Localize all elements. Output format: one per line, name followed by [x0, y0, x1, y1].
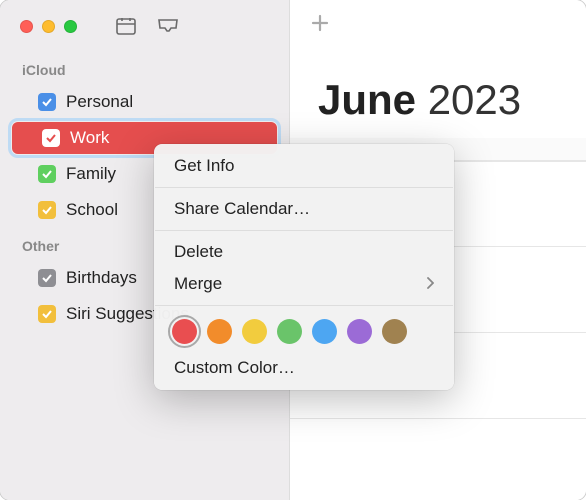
checkbox-icon[interactable]	[38, 305, 56, 323]
add-event-button[interactable]	[310, 13, 330, 39]
zoom-button[interactable]	[64, 20, 77, 33]
color-swatch-row	[154, 311, 454, 352]
color-swatch-green[interactable]	[277, 319, 302, 344]
calendar-window: iCloud Personal Work Family School Other…	[0, 0, 586, 500]
checkbox-icon[interactable]	[38, 165, 56, 183]
month-title: June 2023	[290, 52, 586, 138]
month-label: June	[318, 76, 416, 123]
color-swatch-yellow[interactable]	[242, 319, 267, 344]
main-toolbar	[290, 0, 586, 52]
context-menu: Get Info Share Calendar… Delete Merge Cu…	[154, 144, 454, 390]
color-swatch-red[interactable]	[172, 319, 197, 344]
calendar-label: School	[66, 200, 118, 220]
calendar-label: Personal	[66, 92, 133, 112]
color-swatch-blue[interactable]	[312, 319, 337, 344]
menu-get-info[interactable]: Get Info	[154, 150, 454, 182]
calendar-item-personal[interactable]: Personal	[8, 86, 281, 118]
menu-merge[interactable]: Merge	[154, 268, 454, 300]
menu-custom-color[interactable]: Custom Color…	[154, 352, 454, 384]
checkbox-icon[interactable]	[38, 201, 56, 219]
menu-separator	[155, 305, 453, 306]
color-swatch-brown[interactable]	[382, 319, 407, 344]
calendar-label: Work	[70, 128, 109, 148]
close-button[interactable]	[20, 20, 33, 33]
chevron-right-icon	[426, 274, 434, 294]
calendar-label: Birthdays	[66, 268, 137, 288]
menu-separator	[155, 187, 453, 188]
color-swatch-orange[interactable]	[207, 319, 232, 344]
checkbox-icon[interactable]	[38, 93, 56, 111]
checkbox-icon[interactable]	[38, 269, 56, 287]
titlebar	[0, 0, 289, 52]
year-label: 2023	[428, 76, 521, 123]
calendar-label: Family	[66, 164, 116, 184]
calendar-toggle-button[interactable]	[109, 13, 143, 39]
section-header-icloud: iCloud	[0, 52, 289, 84]
color-swatch-purple[interactable]	[347, 319, 372, 344]
window-controls	[20, 20, 77, 33]
menu-share-calendar[interactable]: Share Calendar…	[154, 193, 454, 225]
menu-separator	[155, 230, 453, 231]
inbox-button[interactable]	[151, 13, 185, 39]
minimize-button[interactable]	[42, 20, 55, 33]
checkbox-icon[interactable]	[42, 129, 60, 147]
menu-delete[interactable]: Delete	[154, 236, 454, 268]
